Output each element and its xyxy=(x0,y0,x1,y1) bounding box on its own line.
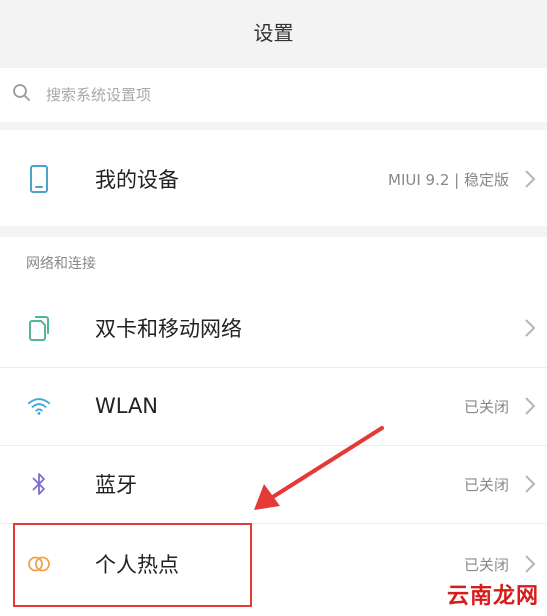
chevron-right-icon xyxy=(521,166,539,192)
wlan-label: WLAN xyxy=(95,394,159,418)
my-device-version: MIUI 9.2 | 稳定版 xyxy=(388,170,509,189)
chevron-right-icon xyxy=(521,551,539,577)
bluetooth-icon xyxy=(26,471,52,497)
chevron-right-icon xyxy=(521,315,539,341)
hotspot-status: 已关闭 xyxy=(463,555,509,574)
search-input[interactable] xyxy=(46,86,506,104)
my-device-label: 我的设备 xyxy=(95,168,179,192)
phone-icon xyxy=(26,165,52,193)
wlan-status: 已关闭 xyxy=(463,397,509,416)
page-title: 设置 xyxy=(253,20,294,45)
search-bar[interactable] xyxy=(0,68,547,122)
title-bar: 设置 xyxy=(0,0,547,62)
section-header-network: 网络和连接 xyxy=(0,237,547,289)
sim-cards-icon xyxy=(26,315,52,341)
watermark: 云南龙网 xyxy=(442,578,543,610)
chevron-right-icon xyxy=(521,393,539,419)
sidebar-item-dual-sim[interactable]: 双卡和移动网络 xyxy=(0,289,547,367)
annotation-arrow-icon xyxy=(254,426,384,510)
my-device-row[interactable]: 我的设备 MIUI 9.2 | 稳定版 xyxy=(0,140,547,218)
bluetooth-status: 已关闭 xyxy=(463,475,509,494)
chevron-right-icon xyxy=(521,471,539,497)
hotspot-label: 个人热点 xyxy=(95,553,179,577)
divider xyxy=(0,523,547,524)
hotspot-icon xyxy=(26,551,52,577)
search-icon xyxy=(12,83,32,107)
wifi-icon xyxy=(26,393,52,419)
bluetooth-label: 蓝牙 xyxy=(95,473,137,497)
dual-sim-label: 双卡和移动网络 xyxy=(95,317,242,341)
